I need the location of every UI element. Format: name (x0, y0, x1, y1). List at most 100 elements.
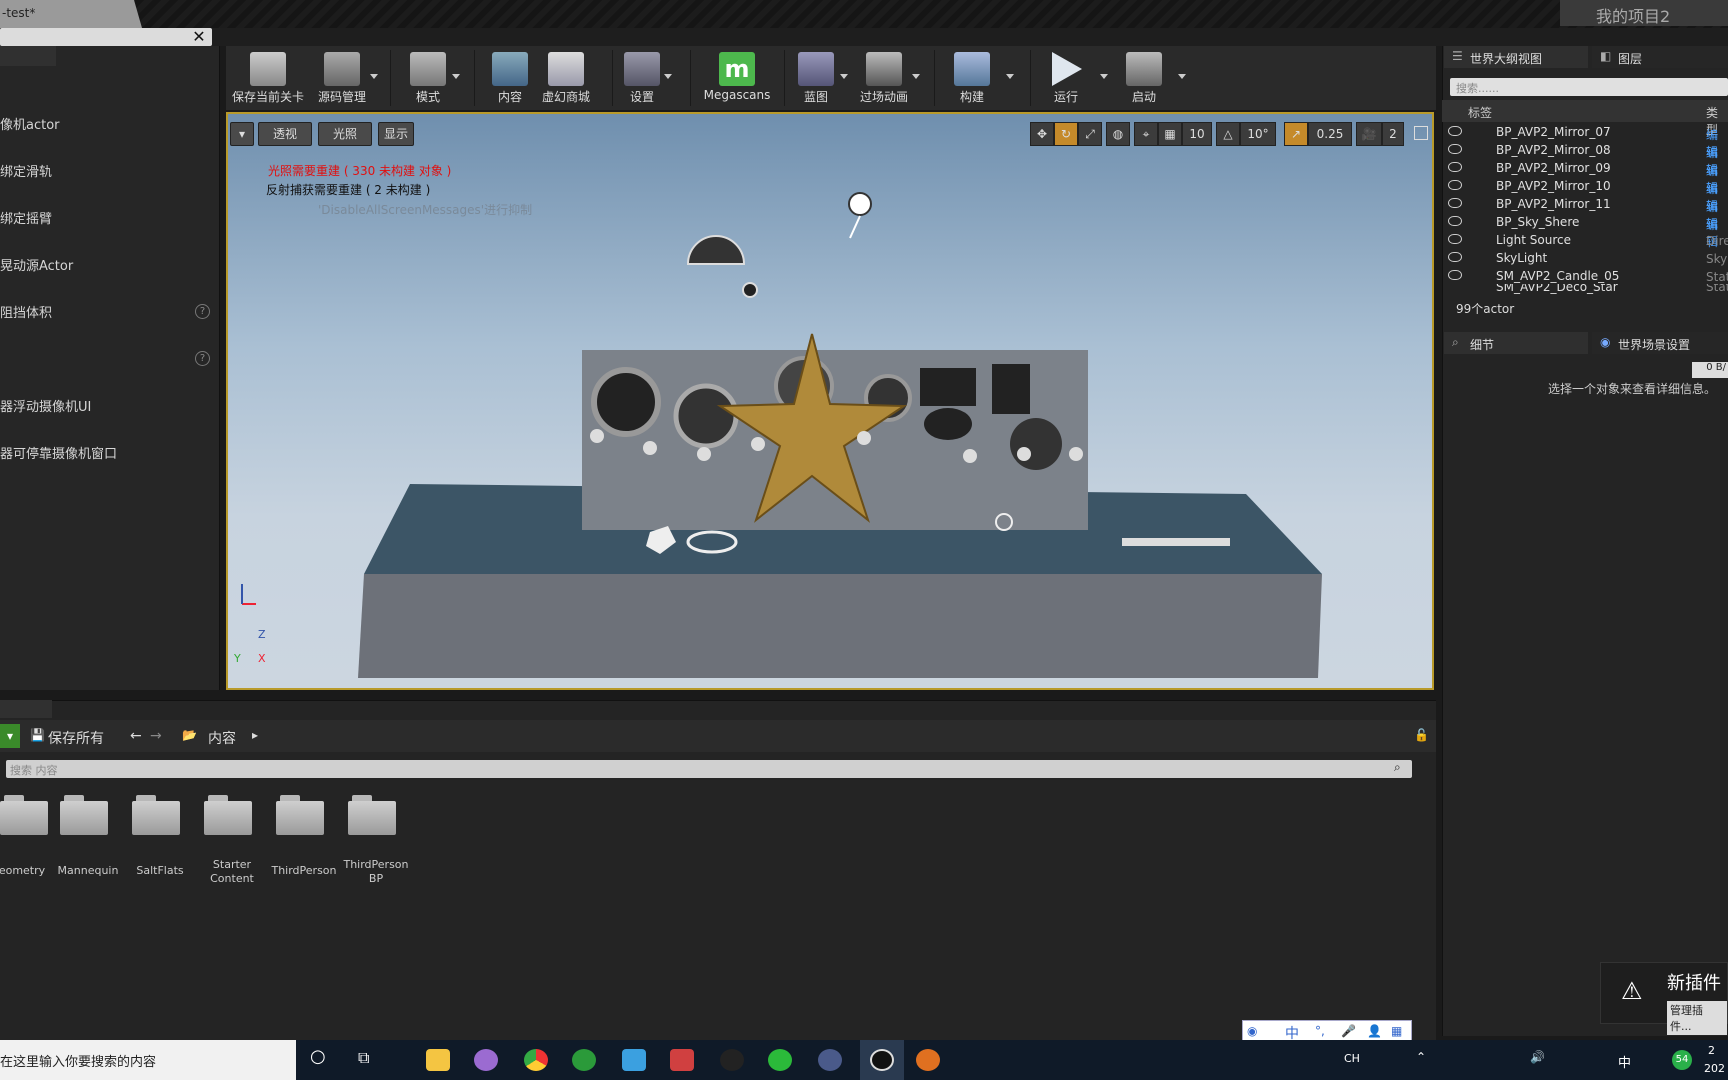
outliner-row[interactable]: SkyLightSkyLi (1442, 250, 1728, 268)
clock-date[interactable]: 202 (1704, 1062, 1725, 1075)
clock-time[interactable]: 2 (1708, 1044, 1715, 1057)
megascans-button[interactable]: m Megascans (695, 50, 779, 108)
outliner-row[interactable]: BP_Sky_Shere 编辑 (1442, 214, 1728, 249)
path-content[interactable]: 内容 (208, 728, 236, 748)
translate-icon[interactable]: ✥ (1030, 122, 1054, 146)
content-search-input[interactable]: 搜索 内容 (6, 760, 1412, 778)
chevron-down-icon[interactable] (664, 74, 672, 79)
app-icon[interactable] (818, 1049, 842, 1071)
battery-badge[interactable]: 54 (1672, 1050, 1692, 1070)
column-label-header[interactable]: 标签 (1468, 104, 1492, 121)
scale-snap-icon[interactable]: ↗ (1284, 122, 1308, 146)
rotate-icon[interactable]: ↻ (1054, 122, 1078, 146)
qq-icon[interactable] (720, 1049, 744, 1071)
camera-speed-value[interactable]: 2 (1382, 122, 1404, 146)
left-item-dockable-camera-window[interactable]: 器可停靠摄像机窗口 (0, 443, 117, 462)
folder-saltflats[interactable] (132, 795, 180, 835)
microphone-icon[interactable]: 🎤 (1341, 1024, 1356, 1038)
visibility-icon[interactable] (1448, 216, 1462, 226)
browser-icon[interactable] (572, 1049, 596, 1071)
add-new-dropdown[interactable]: ▾ (0, 724, 20, 748)
left-item-rail[interactable]: 绑定滑轨 (0, 161, 52, 180)
help-icon[interactable]: ? (195, 351, 210, 366)
language-indicator[interactable]: CH (1344, 1052, 1360, 1065)
wechat-icon[interactable] (768, 1049, 792, 1071)
chrome-icon[interactable] (524, 1049, 548, 1071)
grid-icon[interactable]: ▦ (1391, 1024, 1402, 1038)
tab-details[interactable]: 细节 (1444, 332, 1588, 354)
file-explorer-icon[interactable] (426, 1049, 450, 1071)
left-item-camera-actor[interactable]: 像机actor (0, 114, 60, 133)
content-browser-tab[interactable] (0, 700, 52, 718)
visibility-icon[interactable] (1448, 198, 1462, 208)
tab-world-outliner[interactable]: 世界大纲视图 (1444, 46, 1588, 68)
search-icon[interactable]: ⌕ (1394, 760, 1401, 775)
app-icon[interactable] (916, 1049, 940, 1071)
folder-thirdperson-bp[interactable] (348, 795, 396, 835)
source-control-button[interactable]: 源码管理 (302, 50, 382, 108)
clear-search-icon[interactable]: ✕ (190, 27, 208, 46)
save-all-button[interactable]: 保存所有 (48, 728, 104, 748)
volume-icon[interactable]: 🔊 (1530, 1050, 1545, 1064)
left-item-crane[interactable]: 绑定摇臂 (0, 208, 52, 227)
left-item-blocking-volume[interactable]: 阻挡体积 (0, 302, 52, 321)
visibility-icon[interactable] (1448, 144, 1462, 154)
grid-snap-icon[interactable]: ▦ (1158, 122, 1182, 146)
left-panel-tab[interactable] (0, 46, 56, 66)
manage-plugins-button[interactable]: 管理插件... (1667, 1001, 1727, 1035)
visibility-icon[interactable] (1448, 270, 1462, 280)
visibility-icon[interactable] (1448, 180, 1462, 190)
play-button[interactable]: 运行 (1026, 50, 1106, 108)
chevron-down-icon[interactable] (1178, 74, 1186, 79)
scale-icon[interactable]: ⤢ (1078, 122, 1102, 146)
chevron-down-icon[interactable] (1006, 74, 1014, 79)
outliner-row[interactable]: Light SourceDirec (1442, 232, 1728, 250)
marketplace-button[interactable]: 虚幻商城 (526, 50, 606, 108)
outliner-search-input[interactable]: 搜索...... (1450, 78, 1728, 96)
folder-geometry[interactable] (0, 795, 48, 835)
ime-indicator[interactable]: 中 (1618, 1052, 1631, 1071)
world-space-icon[interactable]: ◍ (1106, 122, 1130, 146)
outliner-row[interactable]: BP_AVP2_Mirror_08 编辑 (1442, 142, 1728, 177)
chevron-down-icon[interactable] (370, 74, 378, 79)
viewport-options-button[interactable]: ▾ (230, 122, 254, 146)
cinematics-button[interactable]: 过场动画 (844, 50, 924, 108)
settings-button[interactable]: 设置 (602, 50, 682, 108)
chevron-down-icon[interactable] (912, 74, 920, 79)
lit-button[interactable]: 光照 (318, 122, 372, 146)
app-icon[interactable] (474, 1049, 498, 1071)
surface-snap-icon[interactable]: ⌖ (1134, 122, 1158, 146)
chevron-down-icon[interactable] (452, 74, 460, 79)
modes-button[interactable]: 模式 (388, 50, 468, 108)
folder-mannequin[interactable] (60, 795, 108, 835)
perspective-button[interactable]: 透视 (258, 122, 312, 146)
tab-world-settings[interactable]: 世界场景设置 (1592, 332, 1728, 354)
rotation-snap-value[interactable]: 10° (1240, 122, 1276, 146)
scale-snap-value[interactable]: 0.25 (1308, 122, 1352, 146)
app-icon[interactable] (622, 1049, 646, 1071)
outliner-row[interactable]: BP_AVP2_Mirror_07 编辑 (1442, 124, 1728, 159)
level-viewport[interactable] (226, 112, 1434, 690)
show-button[interactable]: 显示 (378, 122, 414, 146)
visibility-icon[interactable] (1448, 162, 1462, 172)
tab-layers[interactable]: 图层 (1592, 46, 1728, 68)
ime-logo-icon[interactable]: ◉ (1247, 1024, 1257, 1038)
outliner-row[interactable]: SM_AVP2_Deco_StarStati (1442, 284, 1728, 294)
forward-arrow-icon[interactable]: → (150, 728, 162, 744)
level-tab[interactable]: -test* (0, 0, 142, 28)
left-item-shake-source[interactable]: 晃动源Actor (0, 255, 73, 274)
taskbar-search-input[interactable]: 在这里输入你要搜索的内容 (0, 1040, 296, 1080)
outliner-row[interactable]: BP_AVP2_Mirror_11 编辑 (1442, 196, 1728, 231)
screen-recorder-icon[interactable] (670, 1049, 694, 1071)
folder-thirdperson[interactable] (276, 795, 324, 835)
outliner-row[interactable]: BP_AVP2_Mirror_09 编辑 (1442, 160, 1728, 195)
visibility-icon[interactable] (1448, 252, 1462, 262)
save-level-button[interactable]: 保存当前关卡 (228, 50, 308, 108)
rotation-snap-icon[interactable]: △ (1216, 122, 1240, 146)
launch-button[interactable]: 启动 (1104, 50, 1184, 108)
left-item-floating-camera-ui[interactable]: 器浮动摄像机UI (0, 396, 91, 415)
build-button[interactable]: 构建 (932, 50, 1012, 108)
visibility-icon[interactable] (1448, 234, 1462, 244)
cortana-icon[interactable]: ○ (310, 1046, 326, 1067)
maximize-viewport-icon[interactable] (1414, 126, 1428, 140)
